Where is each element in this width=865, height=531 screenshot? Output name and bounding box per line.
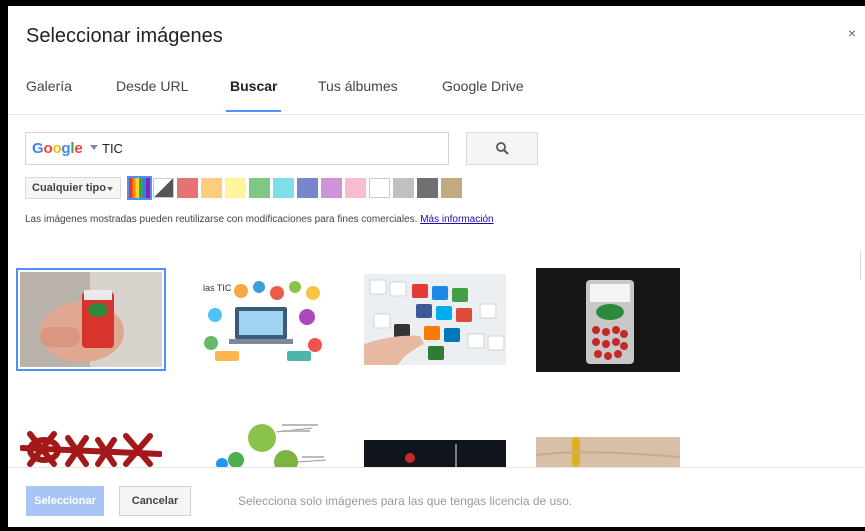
cancel-button[interactable]: Cancelar xyxy=(119,486,191,516)
tab-gallery[interactable]: Galería xyxy=(26,78,72,112)
more-info-link[interactable]: Más información xyxy=(420,214,493,225)
color-swatch[interactable] xyxy=(417,178,438,198)
select-images-dialog: Seleccionar imágenes × Galería Desde URL… xyxy=(8,6,865,527)
result-image-3[interactable] xyxy=(364,274,506,365)
color-swatch[interactable] xyxy=(225,178,246,198)
dialog-footer: Seleccionar Cancelar Selecciona solo imá… xyxy=(8,467,865,527)
color-swatch-black-white[interactable] xyxy=(153,178,174,198)
chevron-down-icon[interactable] xyxy=(90,145,98,150)
tab-bar: Galería Desde URL Buscar Tus álbumes Goo… xyxy=(8,70,865,115)
tic-tac-box-dark-image xyxy=(536,268,680,372)
dialog-title: Seleccionar imágenes xyxy=(26,25,223,47)
color-swatch[interactable] xyxy=(345,178,366,198)
mind-map-image xyxy=(202,418,332,467)
color-swatch[interactable] xyxy=(249,178,270,198)
skin-closeup-image xyxy=(536,437,680,467)
tab-your-albums[interactable]: Tus álbumes xyxy=(318,78,398,112)
result-image-7[interactable] xyxy=(364,440,506,467)
license-notice: Las imágenes mostradas pueden reutilizar… xyxy=(25,214,494,225)
select-button[interactable]: Seleccionar xyxy=(26,486,104,516)
scroll-edge xyxy=(860,250,865,280)
search-box: Google xyxy=(25,132,449,165)
las-tic-caption: las TIC xyxy=(203,283,232,293)
keyboard-social-icons-image xyxy=(364,274,506,365)
search-panel: Google Cualquier tipo Las imágenes mostr… xyxy=(8,115,865,467)
search-icon xyxy=(496,142,509,155)
tic-tac-hand-image xyxy=(20,272,162,367)
type-filter-label: Cualquier tipo xyxy=(32,182,106,194)
result-image-8[interactable] xyxy=(536,437,680,467)
color-swatch[interactable] xyxy=(273,178,294,198)
result-image-1[interactable] xyxy=(16,268,166,371)
type-filter-dropdown[interactable]: Cualquier tipo xyxy=(25,177,121,199)
color-swatch[interactable] xyxy=(369,178,390,198)
google-logo[interactable]: Google xyxy=(32,140,83,157)
tic-tac-toe-red-image xyxy=(20,420,162,467)
result-image-2[interactable]: las TIC xyxy=(195,275,332,364)
close-icon[interactable]: × xyxy=(845,26,859,40)
search-input[interactable] xyxy=(102,138,432,159)
color-swatch[interactable] xyxy=(201,178,222,198)
color-swatch[interactable] xyxy=(297,178,318,198)
color-swatch-multicolor[interactable] xyxy=(127,176,152,200)
dark-photo-image xyxy=(364,440,506,467)
color-swatch[interactable] xyxy=(321,178,342,198)
color-swatch[interactable] xyxy=(177,178,198,198)
las-tic-illustration-image: las TIC xyxy=(195,275,332,364)
tab-google-drive[interactable]: Google Drive xyxy=(442,78,524,112)
color-swatch[interactable] xyxy=(441,178,462,198)
tab-search[interactable]: Buscar xyxy=(225,78,282,112)
search-button[interactable] xyxy=(466,132,538,165)
tab-from-url[interactable]: Desde URL xyxy=(116,78,188,112)
result-image-4[interactable] xyxy=(536,268,680,372)
license-footnote: Selecciona solo imágenes para las que te… xyxy=(238,494,573,508)
result-image-5[interactable] xyxy=(20,420,162,467)
license-notice-text: Las imágenes mostradas pueden reutilizar… xyxy=(25,214,418,225)
color-swatch[interactable] xyxy=(393,178,414,198)
result-image-6[interactable] xyxy=(202,418,332,467)
chevron-down-icon xyxy=(107,187,113,191)
